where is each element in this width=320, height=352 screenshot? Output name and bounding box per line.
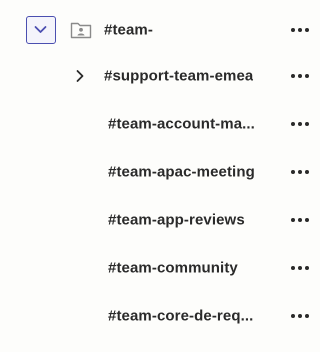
tree-item-label: #support-team-emea [104,67,254,85]
tree-item-team-apac-meeting[interactable]: #team-apac-meeting [0,152,320,192]
tree-item-support-team-emea[interactable]: #support-team-emea [0,56,320,96]
tree-item-team-core-de-req[interactable]: #team-core-de-req... [0,296,320,336]
tree-item-label: #team-account-ma... [108,115,255,133]
more-horizontal-icon[interactable] [288,260,312,276]
tree-item-team-community[interactable]: #team-community [0,248,320,288]
folder-user-icon [70,22,92,39]
tree-root-row[interactable]: #team- [0,10,320,50]
more-horizontal-icon[interactable] [288,22,312,38]
tree-item-team-account[interactable]: #team-account-ma... [0,104,320,144]
more-horizontal-icon[interactable] [288,308,312,324]
tree-root-label: #team- [104,21,153,39]
tree-item-label: #team-app-reviews [108,211,245,229]
tree-item-team-app-reviews[interactable]: #team-app-reviews [0,200,320,240]
more-horizontal-icon[interactable] [288,164,312,180]
tree-item-label: #team-community [108,259,238,277]
expand-collapse-button[interactable] [26,16,56,44]
channel-tree: #team- #support-team-emea #team-account-… [0,0,320,352]
tree-item-label: #team-core-de-req... [108,307,254,325]
more-horizontal-icon[interactable] [288,116,312,132]
tree-item-label: #team-apac-meeting [108,163,255,181]
chevron-down-icon [34,26,47,33]
more-horizontal-icon[interactable] [288,68,312,84]
more-horizontal-icon[interactable] [288,212,312,228]
chevron-right-icon[interactable] [74,69,86,83]
